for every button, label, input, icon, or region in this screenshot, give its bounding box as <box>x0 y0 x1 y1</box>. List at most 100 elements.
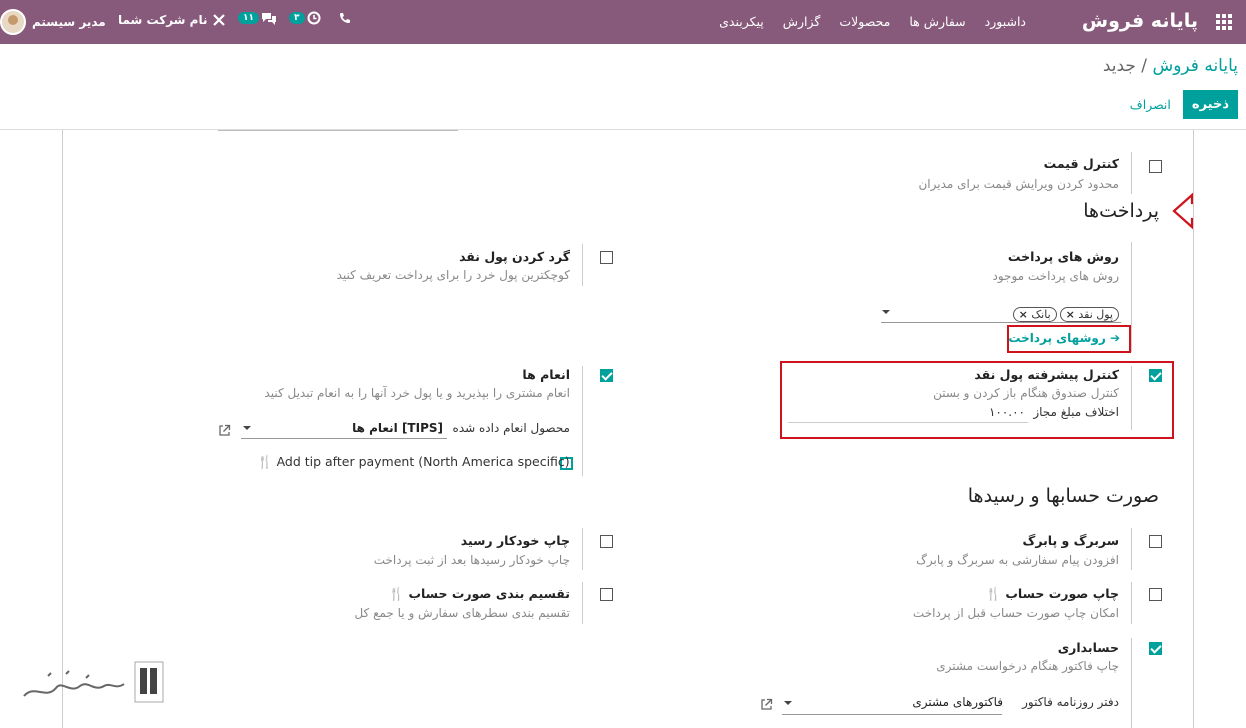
print-bill-desc: امکان چاپ صورت حساب قبل از پرداخت <box>912 606 1119 620</box>
cash-diff-label: اختلاف مبلغ مجاز <box>1033 405 1119 419</box>
settings-sheet: کنترل قیمت محدود کردن ویرایش قیمت برای م… <box>62 130 1194 728</box>
tips-desc: انعام مشتری را بپذیرید و یا پول خرد آنها… <box>264 386 570 400</box>
menu-configuration[interactable]: پیکربندی <box>719 14 764 29</box>
breadcrumb: پایانه فروش / جدید <box>1103 56 1238 76</box>
setting-divider <box>582 582 583 624</box>
tag-cash-label: پول نقد <box>1078 308 1113 321</box>
company-switcher[interactable]: نام شرکت شما <box>118 13 207 27</box>
invoice-journal-value[interactable]: فاکتورهای مشتری <box>912 695 1003 709</box>
watermark-logo <box>23 661 164 703</box>
setting-divider <box>1131 528 1132 570</box>
cash-rounding-desc: کوچکترین پول خرد را برای پرداخت تعریف کن… <box>336 268 570 282</box>
setting-divider <box>582 366 583 476</box>
cash-diff-value[interactable]: ۱۰۰.۰۰ <box>989 405 1025 419</box>
setting-divider <box>1131 582 1132 624</box>
user-name: مدیر سیستم <box>32 15 106 29</box>
dropdown-caret-icon[interactable] <box>243 426 251 430</box>
cutlery-icon: 🍴 <box>985 586 1002 601</box>
chat-icon <box>262 13 276 25</box>
setting-divider <box>1131 242 1132 352</box>
setting-divider <box>582 244 583 286</box>
print-bill-title: چاپ صورت حساب 🍴 <box>985 586 1119 602</box>
auto-print-title: چاپ خودکار رسید <box>460 533 570 548</box>
apps-menu-icon[interactable] <box>1216 14 1232 30</box>
tip-product-field[interactable] <box>241 438 447 439</box>
dropdown-caret-icon[interactable] <box>784 701 792 705</box>
cutlery-icon: 🍴 <box>257 454 273 469</box>
menu-products[interactable]: محصولات <box>839 14 890 29</box>
tag-cash[interactable]: پول نقد × <box>1059 307 1119 322</box>
remove-tag-icon[interactable]: × <box>1019 308 1028 321</box>
tips-checkbox[interactable] <box>600 369 613 382</box>
cutlery-icon: 🍴 <box>388 586 405 601</box>
tag-bank-label: بانک <box>1031 308 1051 321</box>
auto-print-desc: چاپ خودکار رسیدها بعد از ثبت پرداخت <box>373 553 570 567</box>
payment-methods-field[interactable] <box>881 322 1121 323</box>
accounting-desc: چاپ فاکتور هنگام درخواست مشتری <box>936 659 1119 673</box>
tip-product-value[interactable]: [TIPS] انعام ها <box>352 421 443 435</box>
save-button[interactable]: ذخیره <box>1182 90 1238 119</box>
invoice-journal-field[interactable] <box>782 714 1002 715</box>
tag-bank[interactable]: بانک × <box>1012 307 1057 322</box>
header-footer-desc: افزودن پیام سفارشی به سربرگ و پابرگ <box>916 553 1119 567</box>
avatar <box>0 9 26 35</box>
setting-divider <box>582 528 583 570</box>
menu-dashboard[interactable]: داشبورد <box>985 14 1026 29</box>
systray: مدیر سیستم نام شرکت شما ۱۱ ۳ <box>0 7 400 37</box>
accounting-checkbox[interactable] <box>1149 642 1162 655</box>
remove-tag-icon[interactable]: × <box>1066 308 1075 321</box>
form-actions: ذخیره انصراف <box>1130 90 1238 119</box>
cash-rounding-checkbox[interactable] <box>600 251 613 264</box>
breadcrumb-separator: / <box>1135 56 1153 76</box>
header-footer-title: سربرگ و پابرگ <box>1022 533 1119 548</box>
payment-methods-desc: روش های پرداخت موجود <box>992 269 1120 283</box>
phone-icon[interactable] <box>339 12 351 27</box>
invoice-journal-label: دفتر روزنامه فاکتور <box>1022 695 1119 709</box>
user-menu[interactable]: مدیر سیستم <box>0 7 106 37</box>
annotation-arrow-icon <box>1172 192 1193 230</box>
cash-diff-field[interactable] <box>788 422 1028 423</box>
breadcrumb-root[interactable]: پایانه فروش <box>1152 56 1238 76</box>
cash-control-desc: کنترل صندوق هنگام باز کردن و بستن <box>933 386 1119 400</box>
external-link-icon[interactable] <box>218 424 231 440</box>
activity-menu[interactable]: ۳ <box>289 11 321 25</box>
split-bill-checkbox[interactable] <box>600 588 613 601</box>
app-brand[interactable]: پایانه فروش <box>1082 10 1198 32</box>
cash-control-title: کنترل پیشرفته پول نقد <box>974 367 1119 382</box>
header-footer-checkbox[interactable] <box>1149 535 1162 548</box>
print-bill-title-text: چاپ صورت حساب <box>1005 586 1119 601</box>
payment-methods-title: روش های پرداخت <box>1007 249 1119 264</box>
print-bill-checkbox[interactable] <box>1149 588 1162 601</box>
chat-count-badge: ۱۱ <box>238 12 259 24</box>
setting-divider <box>1131 366 1132 430</box>
external-link-icon[interactable] <box>760 698 773 714</box>
debug-tools-icon[interactable] <box>212 13 226 30</box>
menu-orders[interactable]: سفارش ها <box>909 14 965 29</box>
messaging-menu[interactable]: ۱۱ <box>238 11 277 25</box>
split-bill-title: تقسیم بندی صورت حساب 🍴 <box>389 586 570 602</box>
cash-rounding-title: گرد کردن پول نقد <box>459 249 570 264</box>
setting-divider <box>1131 638 1132 728</box>
activity-count-badge: ۳ <box>289 12 305 24</box>
partial-field-line <box>218 130 458 132</box>
payment-methods-link-label: روشهای پرداخت <box>1008 331 1106 345</box>
arrow-right-icon: ➔ <box>1109 331 1120 345</box>
price-control-title: کنترل قیمت <box>1043 156 1119 171</box>
main-menu: داشبورد سفارش ها محصولات گزارش پیکربندی <box>719 14 1026 29</box>
tip-after-payment-text: Add tip after payment (North America spe… <box>276 454 570 469</box>
menu-reporting[interactable]: گزارش <box>783 14 821 29</box>
breadcrumb-current: جدید <box>1102 56 1136 76</box>
discard-button[interactable]: انصراف <box>1130 97 1171 112</box>
accounting-title: حسابداری <box>1057 640 1119 655</box>
clock-icon <box>307 11 320 25</box>
payment-methods-tags: پول نقد ×بانک × <box>1010 303 1119 322</box>
dropdown-caret-icon[interactable] <box>882 310 890 314</box>
payment-methods-link[interactable]: ➔ روشهای پرداخت <box>1008 331 1120 345</box>
tip-product-label: محصول انعام داده شده <box>452 421 570 435</box>
auto-print-checkbox[interactable] <box>600 535 613 548</box>
split-bill-title-text: تقسیم بندی صورت حساب <box>408 586 571 601</box>
split-bill-desc: تقسیم بندی سطرهای سفارش و یا جمع کل <box>354 606 570 620</box>
cash-control-checkbox[interactable] <box>1149 369 1162 382</box>
payments-heading: پرداخت‌ها <box>1083 200 1159 222</box>
price-control-checkbox[interactable] <box>1149 160 1162 173</box>
